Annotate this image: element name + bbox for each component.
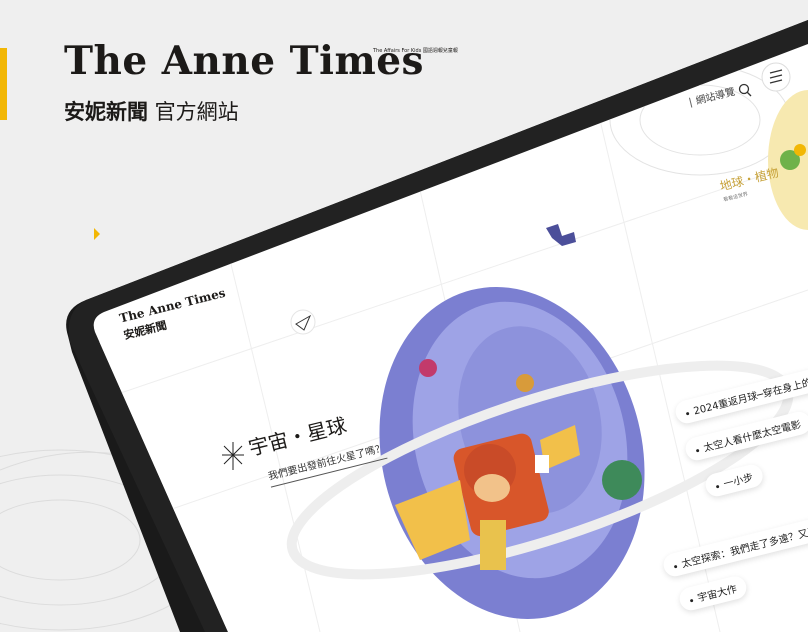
bullet-icon <box>689 598 694 602</box>
bullet-icon <box>695 448 700 452</box>
list-item-label: 一小步 <box>722 472 755 491</box>
menu-icon[interactable] <box>762 63 790 91</box>
bullet-icon <box>685 411 690 415</box>
bullet-icon <box>673 564 678 568</box>
bullet-icon <box>715 484 720 488</box>
paper-plane-icon[interactable] <box>291 310 315 334</box>
search-icon[interactable] <box>736 82 754 100</box>
planet-illustration <box>380 290 650 620</box>
